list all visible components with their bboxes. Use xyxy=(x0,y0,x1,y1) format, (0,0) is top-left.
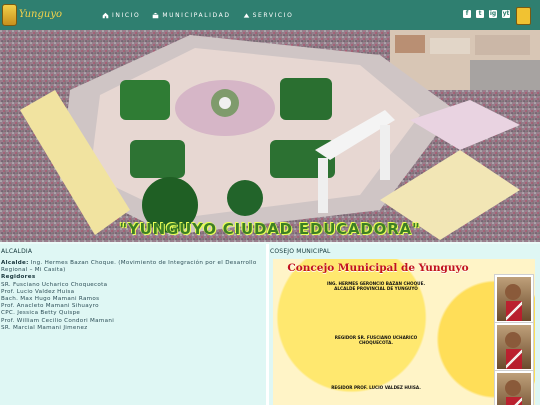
nav-item-inicio[interactable]: INICIO xyxy=(102,12,140,19)
regidor-5: CPC. Jessica Betty Quispe xyxy=(1,310,81,317)
building-icon xyxy=(153,12,159,18)
home-icon xyxy=(102,12,109,18)
poster-sash-3 xyxy=(506,397,522,405)
concejo-title: COSEJO MUNICIPAL xyxy=(270,248,331,255)
poster-entry-3: REGIDOR PROF. LUCIO VALDEZ HUISA. xyxy=(281,385,471,390)
nav-label-municipalidad: MUNICIPALIDAD xyxy=(162,11,231,19)
municipality-badge-icon xyxy=(516,7,531,25)
alcalde-label: Alcalde: xyxy=(1,260,29,266)
poster-entry-1-line2: ALCALDE PROVINCIAL DE YUNGUYO xyxy=(334,286,418,292)
municipality-logo[interactable]: Yunguyo xyxy=(0,2,62,28)
regidores-label: Regidores xyxy=(1,274,36,281)
concejo-poster-image: Concejo Municipal de Yunguyo ING. HERMES… xyxy=(273,259,535,405)
concejo-panel: COSEJO MUNICIPAL Concejo Municipal de Yu… xyxy=(269,244,540,405)
alcaldia-panel: ALCALDIA Alcalde: Ing. Hermes Bazan Choq… xyxy=(0,244,266,405)
nav-item-servicio[interactable]: SERVICIO xyxy=(243,12,294,19)
poster-photo-2 xyxy=(495,323,533,371)
top-navbar: Yunguyo INICIO MUNICIPALIDAD SERVICIO f … xyxy=(0,0,540,30)
poster-photo-1 xyxy=(495,275,533,323)
nav-item-municipalidad[interactable]: MUNICIPALIDAD xyxy=(152,12,230,19)
main-nav: INICIO MUNICIPALIDAD SERVICIO xyxy=(102,0,293,30)
regidor-4: Prof. Anacleto Mamani Sihuayro xyxy=(1,303,99,310)
regidor-6: Prof. William Cecilio Condori Mamani xyxy=(1,317,115,324)
regidor-7: SR. Marcial Mamani Jimenez xyxy=(1,324,88,331)
poster-title: Concejo Municipal de Yunguyo xyxy=(287,262,469,274)
poster-entry-1: ING. HERMES GERONCIO BAZAN CHOQUE. ALCAL… xyxy=(281,281,471,292)
nav-label-inicio: INICIO xyxy=(112,11,141,19)
poster-entry-3-line1: REGIDOR PROF. LUCIO VALDEZ HUISA. xyxy=(331,385,421,390)
facebook-icon[interactable]: f xyxy=(463,10,471,18)
alcalde-name: Ing. Hermes Bazan Choque. (Movimiento de… xyxy=(1,260,257,274)
poster-sash-1 xyxy=(506,301,522,321)
regidor-1: SR. Fusciano Ucharico Choquecota xyxy=(1,281,108,288)
social-links: f t ig yt xyxy=(463,10,510,18)
poster-photo-3 xyxy=(495,371,533,405)
nav-label-servicio: SERVICIO xyxy=(252,11,294,19)
poster-entry-2-line2: CHOQUECOTA. xyxy=(358,340,394,346)
hero-banner: "YUNGUYO CIUDAD EDUCADORA" xyxy=(0,30,540,242)
service-icon xyxy=(243,12,249,18)
hero-title: "YUNGUYO CIUDAD EDUCADORA" xyxy=(119,220,421,238)
municipality-emblem-icon xyxy=(2,4,17,26)
aerial-plaza-image xyxy=(0,30,540,242)
poster-sash-2 xyxy=(506,349,522,369)
youtube-icon[interactable]: yt xyxy=(502,10,510,18)
twitter-icon[interactable]: t xyxy=(476,10,484,18)
poster-entry-2: REGIDOR SR. FUSCIANO UCHARICO CHOQUECOTA… xyxy=(281,335,471,346)
regidor-2: Prof. Lucio Valdez Huisa xyxy=(1,288,75,295)
regidor-3: Bach. Max Hugo Mamani Ramos xyxy=(1,296,100,303)
instagram-icon[interactable]: ig xyxy=(489,10,497,18)
alcaldia-title: ALCALDIA xyxy=(1,248,33,255)
alcaldia-text: Alcalde: Ing. Hermes Bazan Choque. (Movi… xyxy=(1,260,263,332)
logo-text: Yunguyo xyxy=(18,9,62,20)
